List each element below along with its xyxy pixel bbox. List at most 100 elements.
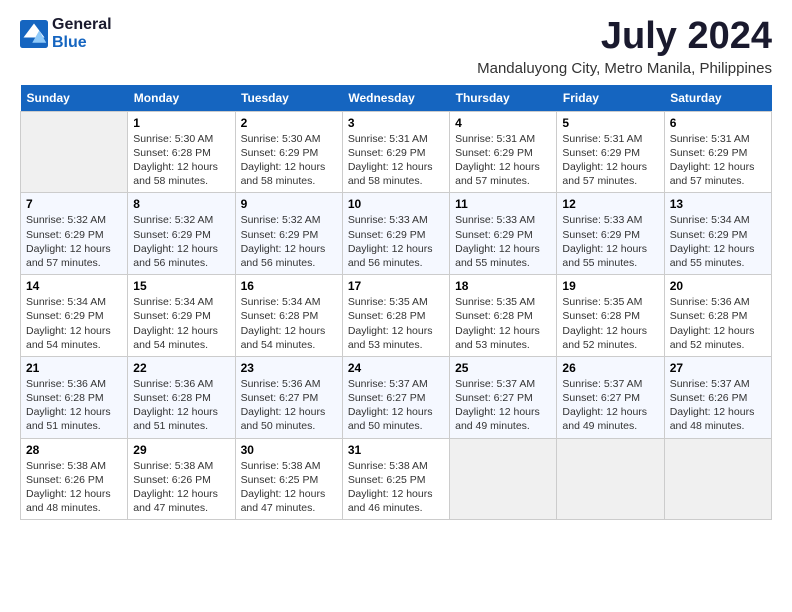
day-number: 28 (26, 443, 122, 457)
calendar-cell: 3 Sunrise: 5:31 AM Sunset: 6:29 PM Daylig… (342, 111, 449, 193)
day-number: 27 (670, 361, 766, 375)
day-number: 9 (241, 197, 337, 211)
calendar-cell: 24Sunrise: 5:37 AM Sunset: 6:27 PM Dayli… (342, 356, 449, 438)
title-area: July 2024 Mandaluyong City, Metro Manila… (477, 16, 772, 77)
logo-general-text: General (52, 16, 112, 34)
calendar-week-row: 7 Sunrise: 5:32 AM Sunset: 6:29 PM Daylig… (21, 193, 772, 275)
calendar-header-row: SundayMondayTuesdayWednesdayThursdayFrid… (21, 85, 772, 112)
day-number: 25 (455, 361, 551, 375)
day-info: Sunrise: 5:35 AM Sunset: 6:28 PM Dayligh… (348, 295, 444, 352)
logo-icon (20, 20, 48, 48)
calendar-cell (21, 111, 128, 193)
calendar-cell: 6 Sunrise: 5:31 AM Sunset: 6:29 PM Daylig… (664, 111, 771, 193)
day-number: 22 (133, 361, 229, 375)
day-number: 10 (348, 197, 444, 211)
calendar-cell: 31Sunrise: 5:38 AM Sunset: 6:25 PM Dayli… (342, 438, 449, 520)
day-number: 23 (241, 361, 337, 375)
day-number: 3 (348, 116, 444, 130)
day-info: Sunrise: 5:33 AM Sunset: 6:29 PM Dayligh… (348, 213, 444, 270)
calendar-cell: 21Sunrise: 5:36 AM Sunset: 6:28 PM Dayli… (21, 356, 128, 438)
day-info: Sunrise: 5:30 AM Sunset: 6:28 PM Dayligh… (133, 132, 229, 189)
day-number: 11 (455, 197, 551, 211)
weekday-header-wednesday: Wednesday (342, 85, 449, 112)
logo: General Blue (20, 16, 112, 51)
day-info: Sunrise: 5:33 AM Sunset: 6:29 PM Dayligh… (455, 213, 551, 270)
calendar-cell: 18Sunrise: 5:35 AM Sunset: 6:28 PM Dayli… (450, 275, 557, 357)
day-number: 30 (241, 443, 337, 457)
day-info: Sunrise: 5:32 AM Sunset: 6:29 PM Dayligh… (26, 213, 122, 270)
day-number: 12 (562, 197, 658, 211)
calendar-cell: 17Sunrise: 5:35 AM Sunset: 6:28 PM Dayli… (342, 275, 449, 357)
calendar-cell: 30 Sunrise: 5:38 AM Sunset: 6:25 PM Dayli… (235, 438, 342, 520)
calendar-cell: 15 Sunrise: 5:34 AM Sunset: 6:29 PM Dayli… (128, 275, 235, 357)
calendar-cell: 13 Sunrise: 5:34 AM Sunset: 6:29 PM Dayli… (664, 193, 771, 275)
day-info: Sunrise: 5:34 AM Sunset: 6:29 PM Dayligh… (26, 295, 122, 352)
location-title: Mandaluyong City, Metro Manila, Philippi… (477, 60, 772, 77)
calendar-cell: 22Sunrise: 5:36 AM Sunset: 6:28 PM Dayli… (128, 356, 235, 438)
day-info: Sunrise: 5:37 AM Sunset: 6:27 PM Dayligh… (455, 377, 551, 434)
day-number: 29 (133, 443, 229, 457)
weekday-header-saturday: Saturday (664, 85, 771, 112)
page-header: General Blue July 2024 Mandaluyong City,… (20, 16, 772, 77)
day-number: 2 (241, 116, 337, 130)
day-number: 1 (133, 116, 229, 130)
day-info: Sunrise: 5:37 AM Sunset: 6:26 PM Dayligh… (670, 377, 766, 434)
calendar-cell: 16Sunrise: 5:34 AM Sunset: 6:28 PM Dayli… (235, 275, 342, 357)
calendar-cell: 4 Sunrise: 5:31 AM Sunset: 6:29 PM Daylig… (450, 111, 557, 193)
calendar-cell: 23 Sunrise: 5:36 AM Sunset: 6:27 PM Dayli… (235, 356, 342, 438)
day-info: Sunrise: 5:30 AM Sunset: 6:29 PM Dayligh… (241, 132, 337, 189)
calendar-cell: 27 Sunrise: 5:37 AM Sunset: 6:26 PM Dayli… (664, 356, 771, 438)
calendar-cell: 19Sunrise: 5:35 AM Sunset: 6:28 PM Dayli… (557, 275, 664, 357)
day-number: 26 (562, 361, 658, 375)
day-number: 14 (26, 279, 122, 293)
calendar-cell: 10 Sunrise: 5:33 AM Sunset: 6:29 PM Dayli… (342, 193, 449, 275)
calendar-cell: 29 Sunrise: 5:38 AM Sunset: 6:26 PM Dayli… (128, 438, 235, 520)
weekday-header-sunday: Sunday (21, 85, 128, 112)
calendar-cell: 1 Sunrise: 5:30 AM Sunset: 6:28 PM Daylig… (128, 111, 235, 193)
logo-blue-text: Blue (52, 34, 112, 52)
day-info: Sunrise: 5:38 AM Sunset: 6:26 PM Dayligh… (133, 459, 229, 516)
day-info: Sunrise: 5:31 AM Sunset: 6:29 PM Dayligh… (670, 132, 766, 189)
day-info: Sunrise: 5:38 AM Sunset: 6:25 PM Dayligh… (241, 459, 337, 516)
day-info: Sunrise: 5:31 AM Sunset: 6:29 PM Dayligh… (562, 132, 658, 189)
day-info: Sunrise: 5:37 AM Sunset: 6:27 PM Dayligh… (348, 377, 444, 434)
day-info: Sunrise: 5:34 AM Sunset: 6:29 PM Dayligh… (133, 295, 229, 352)
day-number: 8 (133, 197, 229, 211)
day-info: Sunrise: 5:31 AM Sunset: 6:29 PM Dayligh… (348, 132, 444, 189)
calendar-cell (664, 438, 771, 520)
calendar-week-row: 28 Sunrise: 5:38 AM Sunset: 6:26 PM Dayli… (21, 438, 772, 520)
day-info: Sunrise: 5:37 AM Sunset: 6:27 PM Dayligh… (562, 377, 658, 434)
calendar-table: SundayMondayTuesdayWednesdayThursdayFrid… (20, 85, 772, 520)
day-number: 4 (455, 116, 551, 130)
day-info: Sunrise: 5:36 AM Sunset: 6:27 PM Dayligh… (241, 377, 337, 434)
calendar-cell: 14 Sunrise: 5:34 AM Sunset: 6:29 PM Dayli… (21, 275, 128, 357)
calendar-cell: 12 Sunrise: 5:33 AM Sunset: 6:29 PM Dayli… (557, 193, 664, 275)
day-info: Sunrise: 5:33 AM Sunset: 6:29 PM Dayligh… (562, 213, 658, 270)
calendar-cell (450, 438, 557, 520)
day-number: 7 (26, 197, 122, 211)
day-info: Sunrise: 5:34 AM Sunset: 6:29 PM Dayligh… (670, 213, 766, 270)
day-number: 21 (26, 361, 122, 375)
day-number: 13 (670, 197, 766, 211)
calendar-cell: 5Sunrise: 5:31 AM Sunset: 6:29 PM Daylig… (557, 111, 664, 193)
day-info: Sunrise: 5:36 AM Sunset: 6:28 PM Dayligh… (670, 295, 766, 352)
day-info: Sunrise: 5:35 AM Sunset: 6:28 PM Dayligh… (455, 295, 551, 352)
day-info: Sunrise: 5:38 AM Sunset: 6:25 PM Dayligh… (348, 459, 444, 516)
weekday-header-friday: Friday (557, 85, 664, 112)
calendar-body: 1 Sunrise: 5:30 AM Sunset: 6:28 PM Daylig… (21, 111, 772, 519)
day-number: 15 (133, 279, 229, 293)
day-info: Sunrise: 5:32 AM Sunset: 6:29 PM Dayligh… (241, 213, 337, 270)
day-number: 19 (562, 279, 658, 293)
month-title: July 2024 (477, 16, 772, 58)
calendar-cell: 9 Sunrise: 5:32 AM Sunset: 6:29 PM Daylig… (235, 193, 342, 275)
day-info: Sunrise: 5:32 AM Sunset: 6:29 PM Dayligh… (133, 213, 229, 270)
calendar-week-row: 14 Sunrise: 5:34 AM Sunset: 6:29 PM Dayli… (21, 275, 772, 357)
calendar-cell: 20 Sunrise: 5:36 AM Sunset: 6:28 PM Dayli… (664, 275, 771, 357)
calendar-cell: 26 Sunrise: 5:37 AM Sunset: 6:27 PM Dayli… (557, 356, 664, 438)
calendar-cell: 28Sunrise: 5:38 AM Sunset: 6:26 PM Dayli… (21, 438, 128, 520)
day-number: 6 (670, 116, 766, 130)
day-number: 20 (670, 279, 766, 293)
day-number: 16 (241, 279, 337, 293)
day-info: Sunrise: 5:31 AM Sunset: 6:29 PM Dayligh… (455, 132, 551, 189)
weekday-header-monday: Monday (128, 85, 235, 112)
